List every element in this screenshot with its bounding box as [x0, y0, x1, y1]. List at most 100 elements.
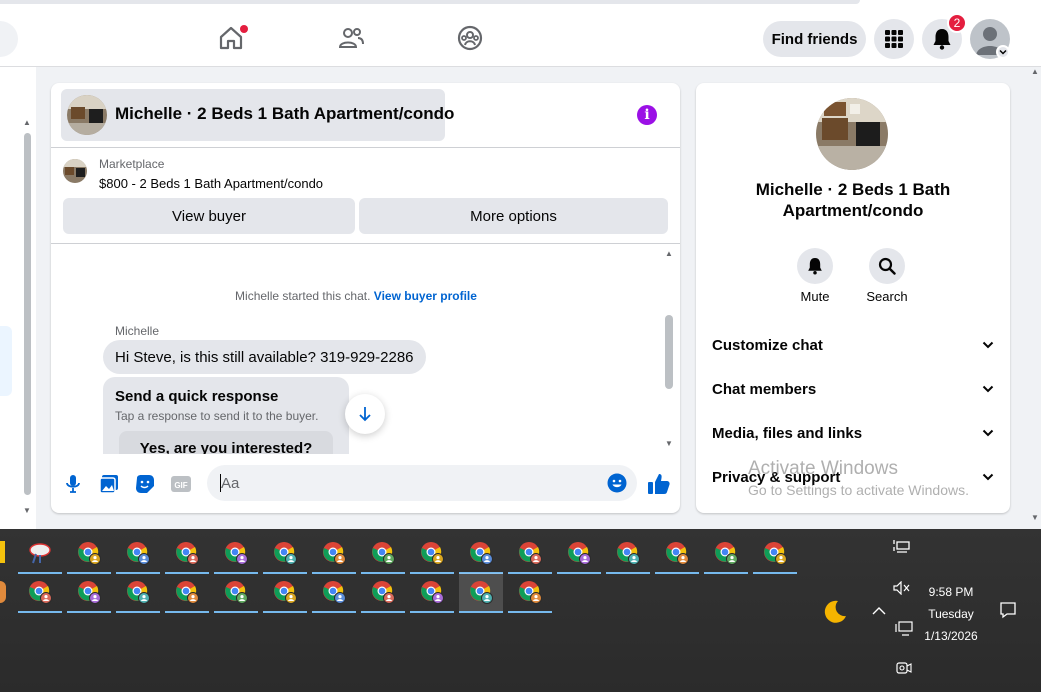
- chrome-profile-icon: [421, 542, 444, 565]
- privacy-support-row[interactable]: Privacy & support: [712, 462, 994, 492]
- chat-members-row[interactable]: Chat members: [712, 374, 994, 404]
- scroll-up-arrow[interactable]: ▲: [23, 118, 31, 127]
- chrome-profile-icon: [225, 581, 248, 604]
- left-scrollbar[interactable]: [24, 133, 31, 495]
- quick-response-title: Send a quick response: [115, 388, 279, 405]
- chrome-profile-icon: [323, 581, 346, 604]
- sticker-icon[interactable]: [135, 474, 155, 494]
- camera-icon[interactable]: [896, 660, 912, 679]
- message-bubble[interactable]: Hi Steve, is this still available? 319-9…: [103, 340, 426, 374]
- taskbar-chrome-window[interactable]: [410, 534, 454, 574]
- thumbs-up-icon[interactable]: [647, 472, 671, 496]
- taskbar-chrome-window[interactable]: [116, 573, 160, 613]
- message-input[interactable]: Aa: [207, 465, 637, 501]
- taskbar-app-paint[interactable]: [18, 534, 62, 574]
- friends-icon[interactable]: [337, 24, 365, 52]
- running-indicator: [753, 572, 797, 574]
- taskbar-chrome-window[interactable]: [655, 534, 699, 574]
- chrome-profile-icon: [176, 542, 199, 565]
- taskbar-chrome-window[interactable]: [704, 534, 748, 574]
- show-hidden-icons[interactable]: [872, 605, 886, 619]
- chevron-down-icon: [982, 429, 994, 437]
- chrome-profile-icon: [274, 581, 297, 604]
- taskbar-chrome-window[interactable]: [312, 573, 356, 613]
- emoji-icon[interactable]: [607, 473, 627, 493]
- taskbar-chrome-window[interactable]: [67, 573, 111, 613]
- taskbar-chrome-window[interactable]: [459, 534, 503, 574]
- quick-reply-button[interactable]: Yes, are you interested?: [119, 431, 333, 454]
- info-icon[interactable]: i: [637, 105, 657, 125]
- taskbar-chrome-window[interactable]: [116, 534, 160, 574]
- taskbar-chrome-window[interactable]: [508, 534, 552, 574]
- menu-button[interactable]: [874, 19, 914, 59]
- more-options-button[interactable]: More options: [359, 198, 668, 234]
- chat-scroll-down-arrow[interactable]: ▼: [665, 439, 673, 448]
- page-scrollbar[interactable]: ▲ ▼: [1030, 67, 1041, 529]
- section-label: Privacy & support: [712, 468, 841, 486]
- groups-icon[interactable]: [456, 24, 484, 52]
- marketplace-label: Marketplace: [99, 157, 165, 171]
- taskbar-chrome-window[interactable]: [312, 534, 356, 574]
- chrome-profile-icon: [421, 581, 444, 604]
- panel-title: Michelle · 2 Beds 1 Bath Apartment/condo: [755, 180, 951, 220]
- taskbar-chrome-window[interactable]: [263, 534, 307, 574]
- taskbar-chrome-window[interactable]: [263, 573, 307, 613]
- media-files-links-row[interactable]: Media, files and links: [712, 418, 994, 448]
- network-icon[interactable]: [893, 539, 911, 556]
- taskbar-chrome-window[interactable]: [214, 573, 258, 613]
- mic-icon[interactable]: [63, 474, 83, 494]
- mute-button[interactable]: [797, 248, 833, 284]
- message-list: Michelle started this chat. View buyer p…: [51, 244, 680, 454]
- taskbar-chrome-window[interactable]: [214, 534, 258, 574]
- taskbar-chrome-window[interactable]: [606, 534, 650, 574]
- scroll-down-arrow[interactable]: ▼: [23, 506, 31, 515]
- taskbar-chrome-window[interactable]: [18, 573, 62, 613]
- running-indicator: [655, 572, 699, 574]
- account-chevron-down-icon[interactable]: [996, 45, 1010, 59]
- taskbar-chrome-window[interactable]: [361, 573, 405, 613]
- taskbar-chrome-window[interactable]: [165, 534, 209, 574]
- taskbar-chrome-window[interactable]: [67, 534, 111, 574]
- search-button[interactable]: [869, 248, 905, 284]
- browser-top-strip: [0, 0, 1041, 10]
- photo-icon[interactable]: [99, 474, 119, 494]
- taskbar-partial-icon[interactable]: [0, 541, 5, 563]
- find-friends-button[interactable]: Find friends: [763, 21, 866, 57]
- night-light-icon[interactable]: [822, 599, 848, 628]
- sender-name: Michelle: [115, 324, 160, 338]
- chrome-profile-icon: [78, 542, 101, 565]
- taskbar-partial-icon[interactable]: [0, 581, 6, 603]
- running-indicator: [165, 611, 209, 613]
- display-icon[interactable]: [895, 621, 913, 640]
- running-indicator: [459, 611, 503, 613]
- chat-header[interactable]: Michelle · 2 Beds 1 Bath Apartment/condo: [61, 89, 454, 141]
- view-buyer-profile-link[interactable]: View buyer profile: [374, 289, 477, 303]
- search-box-stub[interactable]: [0, 21, 18, 57]
- customize-chat-row[interactable]: Customize chat: [712, 330, 994, 360]
- notification-center-icon[interactable]: [999, 601, 1017, 622]
- volume-muted-icon[interactable]: [893, 580, 911, 598]
- view-buyer-button[interactable]: View buyer: [63, 198, 355, 234]
- taskbar-chrome-window[interactable]: [459, 573, 503, 613]
- gif-icon[interactable]: GIF: [171, 474, 191, 494]
- chrome-profile-icon: [568, 542, 591, 565]
- taskbar-chrome-window[interactable]: [165, 573, 209, 613]
- listing-title[interactable]: $800 - 2 Beds 1 Bath Apartment/condo: [99, 176, 323, 191]
- system-clock[interactable]: 9:58 PM Tuesday 1/13/2026: [918, 581, 984, 647]
- notification-count-badge: 2: [947, 13, 967, 33]
- home-notification-dot: [240, 25, 248, 33]
- chat-scroll-up-arrow[interactable]: ▲: [665, 249, 673, 258]
- chat-scrollbar[interactable]: [665, 315, 673, 389]
- chrome-profile-icon: [372, 581, 395, 604]
- taskbar-chrome-window[interactable]: [508, 573, 552, 613]
- facebook-navbar: Find friends 2: [0, 10, 1041, 67]
- taskbar-chrome-window[interactable]: [753, 534, 797, 574]
- chrome-profile-icon: [764, 542, 787, 565]
- marketplace-thumbnail: [63, 159, 87, 183]
- scroll-up-arrow[interactable]: ▲: [1031, 67, 1039, 76]
- taskbar-chrome-window[interactable]: [410, 573, 454, 613]
- scroll-down-arrow[interactable]: ▼: [1031, 513, 1039, 522]
- scroll-to-bottom-button[interactable]: [345, 394, 385, 434]
- taskbar-chrome-window[interactable]: [557, 534, 601, 574]
- taskbar-chrome-window[interactable]: [361, 534, 405, 574]
